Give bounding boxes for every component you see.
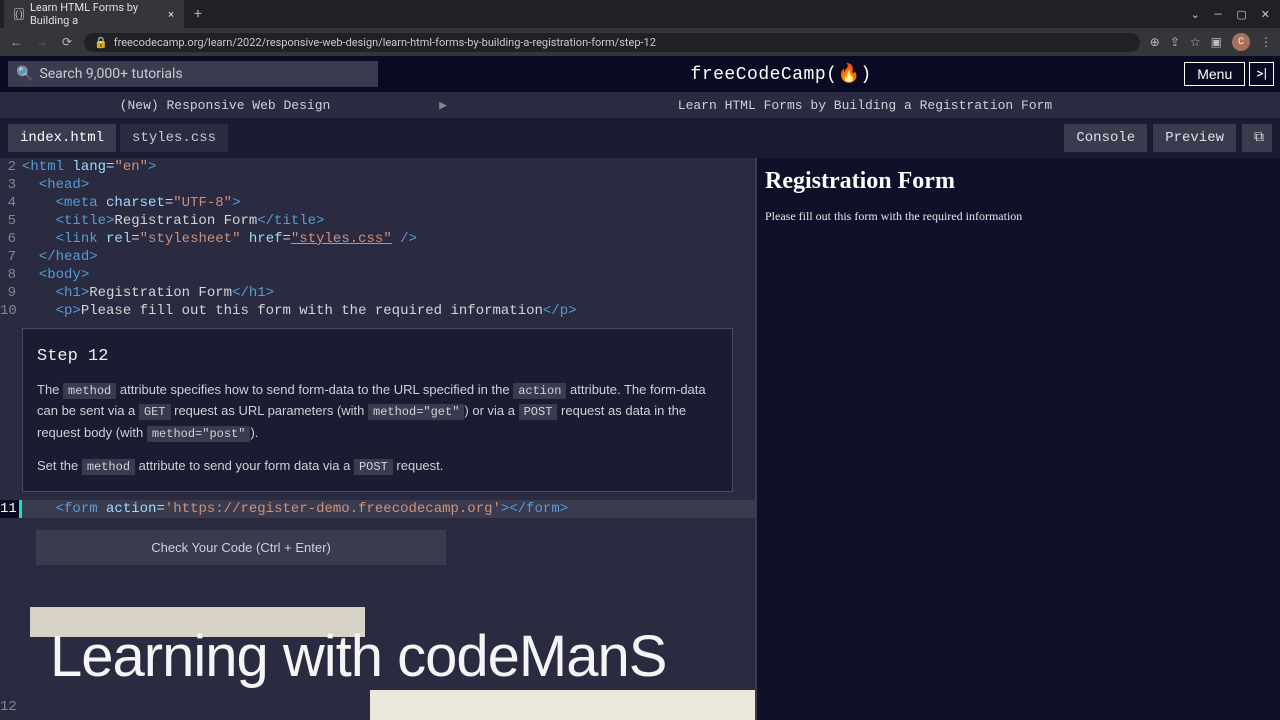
avatar[interactable]: C [1232,33,1250,51]
panel-icon[interactable]: ▣ [1211,35,1222,49]
search-placeholder: Search 9,000+ tutorials [39,66,182,82]
main-area: 2<html lang="en"> 3 <head> 4 <meta chars… [0,158,1280,720]
tab-styles-css[interactable]: styles.css [120,124,228,152]
preview-heading: Registration Form [765,168,1272,195]
breadcrumb: (New) Responsive Web Design ▶ Learn HTML… [0,92,1280,118]
window-controls: ⌄ — ▢ ✕ [1191,8,1280,21]
lock-icon: 🔒 [94,36,108,49]
step-paragraph-1: The method attribute specifies how to se… [37,380,718,444]
preview-pane: Registration Form Please fill out this f… [755,158,1280,720]
external-window-icon[interactable]: ⧉ [1242,124,1272,152]
search-icon: 🔍 [16,66,33,82]
star-icon[interactable]: ☆ [1190,35,1201,49]
forward-icon[interactable]: → [34,33,50,51]
close-window-icon[interactable]: ✕ [1261,8,1270,21]
step-instructions: Step 12 The method attribute specifies h… [22,328,733,492]
fcc-logo[interactable]: freeCodeCamp(🔥) [378,63,1184,85]
url-text: freecodecamp.org/learn/2022/responsive-w… [114,36,656,49]
editor-tabs: index.html styles.css Console Preview ⧉ [0,118,1280,158]
fire-icon: 🔥 [837,63,860,85]
chrome-tab-strip: ( ) Learn HTML Forms by Building a × + ⌄… [0,0,1280,28]
menu-button[interactable]: Menu [1184,62,1245,86]
step-paragraph-2: Set the method attribute to send your fo… [37,456,718,477]
chevron-right-icon: ▶ [436,98,450,113]
search-input[interactable]: 🔍 Search 9,000+ tutorials [8,61,378,87]
kebab-menu-icon[interactable]: ⋮ [1260,35,1272,49]
step-title: Step 12 [37,343,718,370]
zoom-icon[interactable]: ⊕ [1150,35,1160,49]
reload-icon[interactable]: ⟳ [60,33,74,51]
new-tab-button[interactable]: + [184,6,212,22]
console-button[interactable]: Console [1064,124,1147,152]
maximize-icon[interactable]: ▢ [1236,8,1246,21]
tab-index-html[interactable]: index.html [8,124,116,152]
check-code-button[interactable]: Check Your Code (Ctrl + Enter) [36,530,446,565]
browser-tab[interactable]: ( ) Learn HTML Forms by Building a × [4,0,184,32]
close-icon[interactable]: × [168,8,174,21]
breadcrumb-course[interactable]: (New) Responsive Web Design ▶ [0,98,450,113]
chrome-nav-bar: ← → ⟳ 🔒 freecodecamp.org/learn/2022/resp… [0,28,1280,56]
sidebar-toggle-icon[interactable]: >| [1249,62,1274,86]
breadcrumb-lesson: Learn HTML Forms by Building a Registrat… [450,98,1280,113]
code-input-area[interactable] [30,607,365,637]
code-editor[interactable]: 2<html lang="en"> 3 <head> 4 <meta chars… [0,158,755,720]
share-icon[interactable]: ⇪ [1170,35,1180,49]
url-bar[interactable]: 🔒 freecodecamp.org/learn/2022/responsive… [84,33,1140,52]
chevron-down-icon[interactable]: ⌄ [1191,8,1200,21]
fcc-header: 🔍 Search 9,000+ tutorials freeCodeCamp(🔥… [0,56,1280,92]
favicon-icon: ( ) [14,8,24,20]
preview-paragraph: Please fill out this form with the requi… [765,209,1272,224]
tab-title: Learn HTML Forms by Building a [30,1,156,27]
preview-button[interactable]: Preview [1153,124,1236,152]
code-input-area-wide[interactable] [370,690,755,720]
minimize-icon[interactable]: — [1214,8,1223,21]
back-icon[interactable]: ← [8,33,24,51]
